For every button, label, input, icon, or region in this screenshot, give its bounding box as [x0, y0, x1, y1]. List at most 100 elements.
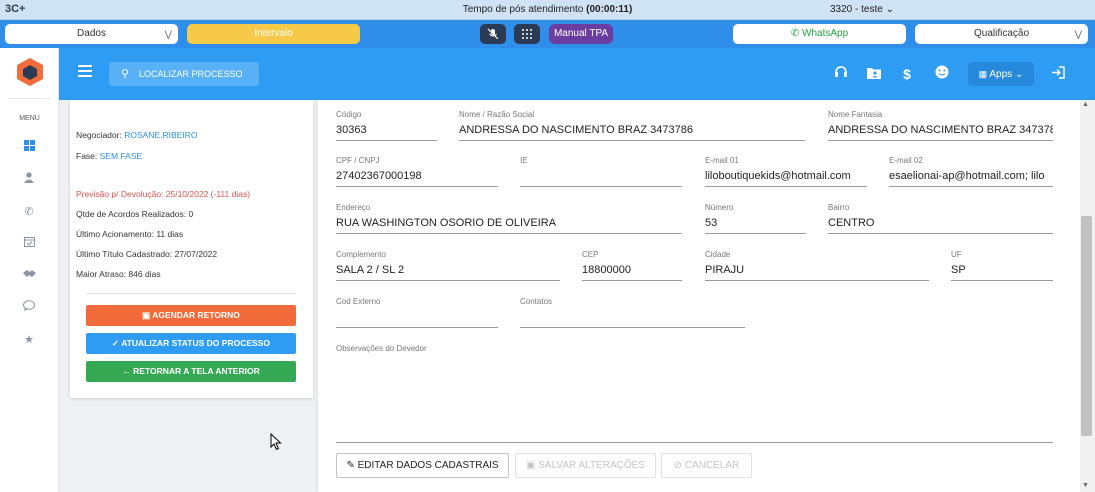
arrow-left-icon: ← — [122, 366, 131, 376]
agendar-label: AGENDAR RETORNO — [152, 310, 240, 320]
left-sidebar: MENU ✆ ★ — [0, 48, 59, 492]
fase-row: Fase: SEM FASE — [76, 151, 142, 161]
scroll-down-icon[interactable]: ▼ — [1082, 482, 1089, 489]
complemento-field[interactable]: Complemento SALA 2 / SL 2 — [336, 250, 560, 281]
handshake-icon[interactable] — [19, 267, 39, 285]
email2-field[interactable]: E-mail 02 esaelionai-ap@hotmail.com; lil… — [889, 156, 1053, 187]
numero-label: Número — [705, 203, 734, 212]
headset-icon[interactable] — [831, 64, 851, 84]
apps-label: Apps ⌄ — [989, 69, 1024, 80]
agendar-retorno-button[interactable]: ▣ AGENDAR RETORNO — [86, 305, 296, 326]
phone-icon[interactable]: ✆ — [19, 203, 39, 221]
dados-dropdown[interactable]: Dados ⋁ — [5, 24, 178, 44]
maior-atraso: Maior Atraso: 846 dias — [76, 269, 161, 279]
observacoes-field[interactable]: Observações do Devedor — [336, 344, 1053, 372]
cep-label: CEP — [582, 250, 599, 259]
cpf-label: CPF / CNPJ — [336, 156, 380, 165]
debtor-form-card: Código 30363 Nome / Razão Social ANDRESS… — [318, 100, 1080, 492]
negociador-link[interactable]: ROSANE.RIBEIRO — [124, 130, 197, 140]
email2-value[interactable]: esaelionai-ap@hotmail.com; lilo — [889, 170, 1053, 184]
manual-tpa-button[interactable]: Manual TPA — [549, 24, 613, 44]
complemento-label: Complemento — [336, 250, 386, 259]
scrollbar-thumb[interactable] — [1081, 216, 1092, 436]
timer-label: Tempo de pós atendimento — [462, 4, 584, 15]
endereco-field[interactable]: Endereço RUA WASHINGTON OSORIO DE OLIVEI… — [336, 203, 682, 234]
cpf-field[interactable]: CPF / CNPJ 27402367000198 — [336, 156, 498, 187]
dashboard-icon[interactable] — [19, 139, 39, 157]
process-summary-card: Negociador: ROSANE.RIBEIRO Fase: SEM FAS… — [70, 100, 313, 398]
check-icon: ✓ — [112, 338, 120, 348]
salvar-alteracoes-button[interactable]: ▣ SALVAR ALTERAÇÕES — [515, 453, 656, 478]
fase-link[interactable]: SEM FASE — [100, 151, 143, 161]
retornar-tela-button[interactable]: ← RETORNAR A TELA ANTERIOR — [86, 361, 296, 382]
endereco-value[interactable]: RUA WASHINGTON OSORIO DE OLIVEIRA — [336, 217, 682, 231]
codigo-value[interactable]: 30363 — [336, 124, 437, 138]
cep-field[interactable]: CEP 18800000 — [582, 250, 682, 281]
email2-label: E-mail 02 — [889, 156, 923, 165]
uf-value[interactable]: SP — [951, 264, 1053, 278]
bairro-value[interactable]: CENTRO — [828, 217, 1053, 231]
cod-externo-field[interactable]: Cod Externo — [336, 297, 498, 328]
main-header: ⚲ LOCALIZAR PROCESSO $ ▦ Apps ⌄ — [59, 48, 1095, 100]
uf-field[interactable]: UF SP — [951, 250, 1053, 281]
contatos-value[interactable] — [520, 311, 745, 325]
codigo-label: Código — [336, 110, 362, 119]
cancelar-button[interactable]: ⊘ CANCELAR — [661, 453, 752, 478]
ie-value[interactable] — [520, 170, 682, 184]
bairro-label: Bairro — [828, 203, 850, 212]
fantasia-value[interactable]: ANDRESSA DO NASCIMENTO BRAZ 3473786 — [828, 124, 1053, 138]
bairro-field[interactable]: Bairro CENTRO — [828, 203, 1053, 234]
numero-field[interactable]: Número 53 — [705, 203, 806, 234]
call-toolbar: Dados ⋁ Intervalo Manual TPA ✆ WhatsApp … — [0, 20, 1095, 48]
smile-icon[interactable] — [932, 64, 952, 84]
scroll-up-icon[interactable]: ▲ — [1082, 101, 1089, 108]
calendar-check-icon[interactable] — [19, 235, 39, 253]
apps-menu-button[interactable]: ▦ Apps ⌄ — [968, 62, 1034, 86]
top-status-bar: 3C+ Tempo de pós atendimento (00:00:11) … — [0, 0, 1095, 20]
cpf-value[interactable]: 27402367000198 — [336, 170, 498, 184]
save-icon: ▣ — [526, 460, 536, 471]
cep-value[interactable]: 18800000 — [582, 264, 682, 278]
cidade-field[interactable]: Cidade PIRAJU — [705, 250, 929, 281]
qualificacao-dropdown[interactable]: Qualificação ⋁ — [915, 24, 1088, 44]
search-process-button[interactable]: ⚲ LOCALIZAR PROCESSO — [109, 62, 259, 86]
dialpad-icon — [522, 29, 532, 39]
agent-selector[interactable]: 3320 - teste ⌄ — [830, 4, 894, 15]
numero-value[interactable]: 53 — [705, 217, 806, 231]
ie-field[interactable]: IE — [520, 156, 682, 187]
fantasia-field[interactable]: Nome Fantasia ANDRESSA DO NASCIMENTO BRA… — [828, 110, 1053, 141]
email1-value[interactable]: liloboutiquekids@hotmail.com — [705, 170, 867, 184]
atualizar-label: ATUALIZAR STATUS DO PROCESSO — [121, 338, 270, 348]
cod-externo-value[interactable] — [336, 311, 498, 325]
ie-label: IE — [520, 156, 528, 165]
nome-field[interactable]: Nome / Razão Social ANDRESSA DO NASCIMEN… — [459, 110, 805, 141]
dollar-icon[interactable]: $ — [897, 64, 917, 84]
complemento-value[interactable]: SALA 2 / SL 2 — [336, 264, 560, 278]
hamburger-menu-icon[interactable] — [78, 65, 92, 77]
cod-externo-label: Cod Externo — [336, 297, 381, 306]
logout-icon[interactable] — [1048, 64, 1068, 84]
mute-button[interactable] — [480, 24, 506, 44]
ultimo-titulo: Último Título Cadastrado: 27/07/2022 — [76, 249, 218, 259]
search-label: LOCALIZAR PROCESSO — [139, 69, 243, 79]
atualizar-status-button[interactable]: ✓ ATUALIZAR STATUS DO PROCESSO — [86, 333, 296, 354]
intervalo-button[interactable]: Intervalo — [187, 24, 360, 44]
folder-user-icon[interactable] — [864, 64, 884, 84]
star-icon[interactable]: ★ — [19, 331, 39, 349]
email1-field[interactable]: E-mail 01 liloboutiquekids@hotmail.com — [705, 156, 867, 187]
cidade-value[interactable]: PIRAJU — [705, 264, 929, 278]
qualificacao-label: Qualificação — [973, 28, 1030, 39]
editar-dados-button[interactable]: ✎ EDITAR DADOS CADASTRAIS — [336, 453, 509, 478]
user-icon[interactable] — [19, 171, 39, 189]
chat-icon[interactable] — [19, 299, 39, 317]
observacoes-value[interactable] — [336, 358, 1053, 372]
contatos-field[interactable]: Contatos — [520, 297, 745, 328]
menu-label: MENU — [19, 115, 40, 122]
nome-value[interactable]: ANDRESSA DO NASCIMENTO BRAZ 3473786 — [459, 124, 805, 138]
edit-label: EDITAR DADOS CADASTRAIS — [357, 460, 499, 471]
codigo-field[interactable]: Código 30363 — [336, 110, 437, 141]
whatsapp-button[interactable]: ✆ WhatsApp — [733, 24, 906, 44]
dados-label: Dados — [77, 28, 106, 39]
dialpad-button[interactable] — [514, 24, 540, 44]
whatsapp-icon: ✆ — [790, 28, 800, 39]
